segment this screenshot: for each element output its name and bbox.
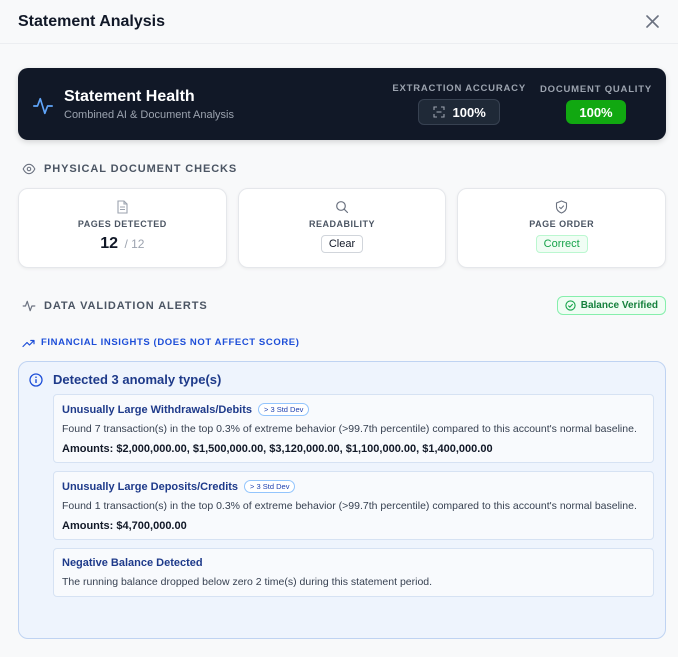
pages-detected-card: PAGES DETECTED 12 / 12	[18, 188, 227, 268]
anomaly-summary: Detected 3 anomaly type(s)	[29, 372, 654, 387]
readability-card: READABILITY Clear	[237, 188, 447, 268]
anomaly-title: Unusually Large Deposits/Credits	[62, 480, 239, 493]
activity-icon	[33, 97, 53, 115]
trending-up-icon	[22, 339, 35, 347]
statement-health-banner: Statement Health Combined AI & Document …	[18, 68, 666, 140]
health-title: Statement Health	[64, 88, 195, 105]
check-circle-icon	[565, 300, 576, 311]
physical-checks-title: PHYSICAL DOCUMENT CHECKS	[44, 163, 238, 175]
balance-verified-label: Balance Verified	[580, 300, 658, 311]
pages-detected-value: 12 / 12	[100, 235, 144, 253]
physical-checks-cards: PAGES DETECTED 12 / 12 READABILITY Clear…	[18, 188, 667, 268]
data-validation-title: DATA VALIDATION ALERTS	[44, 299, 208, 312]
anomaly-item-withdrawals: Unusually Large Withdrawals/Debits > 3 S…	[53, 394, 654, 463]
document-quality-metric: DOCUMENT QUALITY 100%	[540, 84, 652, 124]
page-order-label: PAGE ORDER	[529, 219, 595, 229]
close-icon	[645, 15, 659, 28]
anomaly-list: Unusually Large Withdrawals/Debits > 3 S…	[53, 394, 654, 597]
page-order-value: Correct	[535, 235, 588, 253]
extraction-accuracy-metric: EXTRACTION ACCURACY 100%	[392, 83, 526, 125]
extraction-accuracy-pill: 100%	[418, 99, 501, 125]
document-quality-label: DOCUMENT QUALITY	[539, 84, 652, 95]
modal-title: Statement Analysis	[18, 12, 166, 30]
std-dev-badge: > 3 Std Dev	[258, 403, 310, 416]
page-order-card: PAGE ORDER Correct	[457, 188, 667, 268]
info-icon	[29, 372, 43, 387]
pages-count: 12	[100, 235, 118, 252]
extraction-accuracy-label: EXTRACTION ACCURACY	[392, 83, 526, 94]
extraction-accuracy-value: 100%	[452, 104, 486, 120]
anomaly-amounts: Amounts: $2,000,000.00, $1,500,000.00, $…	[62, 443, 493, 455]
close-button[interactable]	[642, 12, 662, 32]
activity-small-icon	[22, 300, 36, 311]
scan-icon	[432, 106, 445, 118]
anomaly-item-deposits: Unusually Large Deposits/Credits > 3 Std…	[53, 471, 654, 540]
pages-detected-label: PAGES DETECTED	[77, 219, 167, 229]
balance-verified-badge: Balance Verified	[556, 296, 666, 315]
pages-total: / 12	[124, 237, 145, 251]
document-quality-value: 100%	[565, 100, 626, 124]
anomaly-description: The running balance dropped below zero 2…	[62, 576, 433, 588]
anomaly-title: Negative Balance Detected	[62, 557, 203, 569]
anomaly-panel: Detected 3 anomaly type(s) Unusually Lar…	[18, 361, 666, 639]
anomaly-amounts: Amounts: $4,700,000.00	[62, 520, 187, 532]
financial-insights-heading: FINANCIAL INSIGHTS (DOES NOT AFFECT SCOR…	[22, 337, 666, 348]
data-validation-heading: DATA VALIDATION ALERTS	[22, 299, 208, 313]
shield-check-icon	[556, 200, 568, 214]
financial-insights-title: FINANCIAL INSIGHTS (DOES NOT AFFECT SCOR…	[41, 337, 300, 348]
statement-analysis-modal: Statement Analysis Statement Health Comb…	[0, 0, 678, 657]
eye-icon	[22, 163, 36, 175]
data-validation-row: DATA VALIDATION ALERTS Balance Verified	[22, 296, 666, 315]
modal-header: Statement Analysis	[0, 0, 678, 44]
anomaly-title: Unusually Large Withdrawals/Debits	[62, 403, 252, 416]
search-icon	[336, 201, 349, 214]
anomaly-description: Found 7 transaction(s) in the top 0.3% o…	[62, 423, 637, 435]
anomaly-description: Found 1 transaction(s) in the top 0.3% o…	[62, 500, 637, 512]
std-dev-badge: > 3 Std Dev	[244, 480, 296, 493]
health-subtitle: Combined AI & Document Analysis	[64, 109, 234, 121]
physical-checks-heading: PHYSICAL DOCUMENT CHECKS	[22, 162, 666, 176]
readability-value: Clear	[320, 235, 364, 253]
document-icon	[117, 200, 128, 214]
anomaly-item-negative-balance: Negative Balance Detected The running ba…	[53, 548, 654, 597]
readability-label: READABILITY	[309, 219, 375, 229]
anomaly-summary-text: Detected 3 anomaly type(s)	[53, 372, 222, 387]
